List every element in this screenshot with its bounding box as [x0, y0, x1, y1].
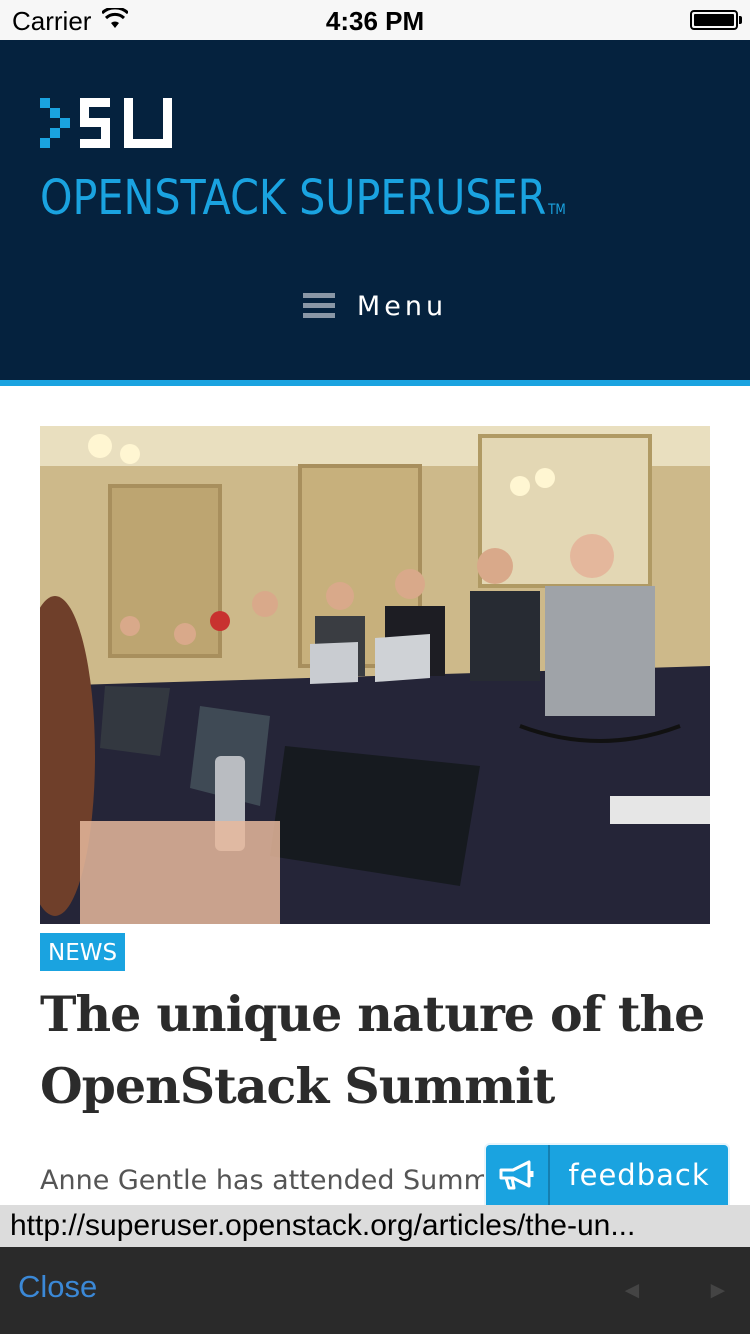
hero-image[interactable]	[40, 426, 710, 924]
menu-button[interactable]: Menu	[0, 286, 750, 326]
site-name-text: OPENSTACK SUPERUSER	[40, 170, 547, 226]
photo-of-laptop-meeting-room	[40, 426, 710, 924]
header-divider	[0, 380, 750, 386]
feedback-label: feedback	[568, 1158, 710, 1192]
battery-icon	[690, 10, 742, 30]
status-bar: Carrier 4:36 PM	[0, 0, 750, 40]
link-url-preview: http://superuser.openstack.org/articles/…	[0, 1205, 750, 1247]
menu-label: Menu	[356, 290, 448, 322]
megaphone-icon	[486, 1145, 550, 1205]
su-logo-icon[interactable]	[40, 98, 172, 148]
forward-arrow-icon[interactable]: ►	[706, 1277, 730, 1305]
feedback-button[interactable]: feedback	[484, 1143, 730, 1205]
back-arrow-icon[interactable]: ◄	[620, 1277, 644, 1305]
close-button[interactable]: Close	[18, 1269, 97, 1305]
browser-toolbar: Close ◄ ►	[0, 1247, 750, 1334]
article-title[interactable]: The unique nature of the OpenStack Summi…	[40, 978, 710, 1122]
site-header: OPENSTACK SUPERUSER TM Menu	[0, 40, 750, 380]
hamburger-icon	[302, 293, 335, 319]
clock: 4:36 PM	[325, 6, 425, 36]
category-badge[interactable]: NEWS	[40, 933, 126, 971]
site-name[interactable]: OPENSTACK SUPERUSER TM	[40, 170, 566, 226]
trademark: TM	[548, 202, 566, 218]
